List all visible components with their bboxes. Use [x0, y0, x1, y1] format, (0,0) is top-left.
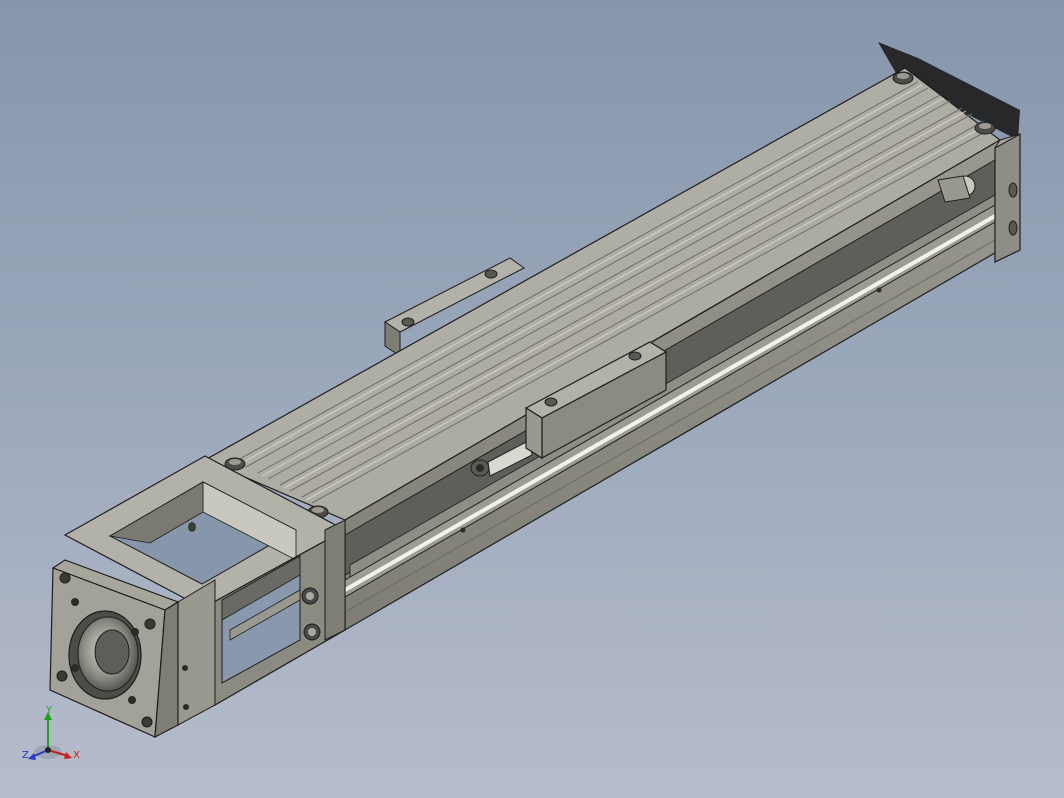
- cad-viewport[interactable]: X Y Z: [0, 0, 1064, 798]
- orientation-triad[interactable]: [28, 712, 72, 760]
- triad-y-label: Y: [46, 705, 53, 716]
- end-cap: [994, 132, 1021, 263]
- triad-x-label: X: [73, 750, 80, 761]
- triad-z-label: Z: [22, 750, 29, 761]
- motor-flange: [49, 559, 180, 739]
- model-canvas[interactable]: [0, 0, 1064, 798]
